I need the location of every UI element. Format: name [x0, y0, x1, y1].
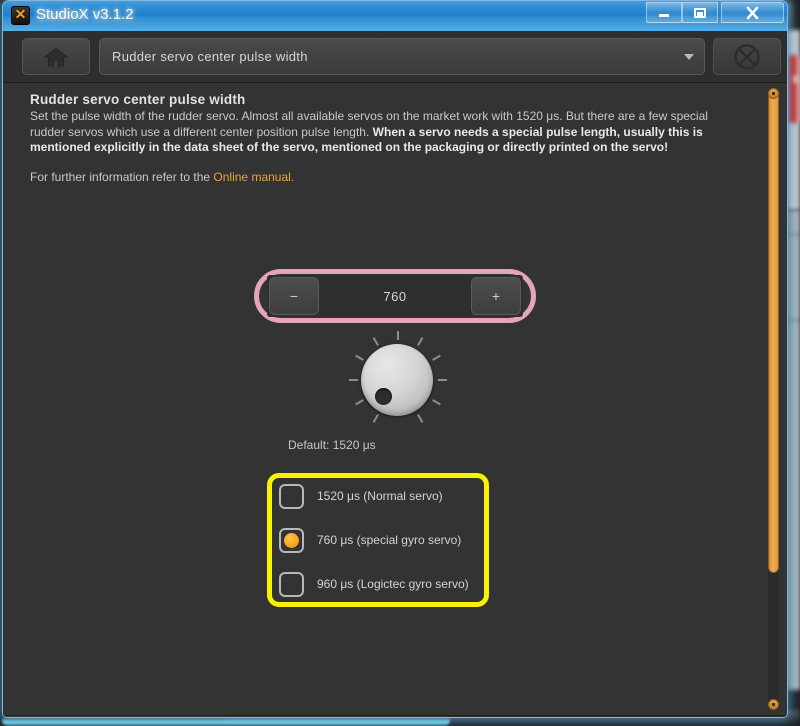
page-title: Rudder servo center pulse width — [30, 92, 246, 107]
description-part1: Set the pulse width of the rudder servo.… — [30, 109, 547, 123]
cancel-circle-icon — [734, 43, 760, 70]
window-title: StudioX v3.1.2 — [36, 6, 134, 23]
description-block: Rudder servo center pulse width Set the … — [30, 92, 742, 184]
breadcrumb-path-field[interactable]: Rudder servo center pulse width — [99, 38, 705, 75]
pulse-width-spinner[interactable]: − 760 + — [267, 275, 523, 317]
window-bottom-glow — [2, 717, 450, 726]
app-logo-x-glyph: ✕ — [14, 6, 27, 23]
application-window: ✕ StudioX v3.1.2 Rudder servo center pul… — [2, 0, 788, 718]
radio-option-1[interactable]: 760 μs (special gyro servo) — [279, 525, 479, 555]
radio-option-2[interactable]: 960 μs (Logictec gyro servo) — [279, 569, 479, 599]
knob-tick — [438, 379, 447, 381]
knob-tick — [355, 399, 364, 406]
radio-option-label: 1520 μs (Normal servo) — [317, 489, 443, 503]
home-button[interactable] — [22, 38, 90, 75]
further-info-text: For further information refer to the — [30, 169, 214, 184]
online-manual-link[interactable]: Online manual. — [213, 170, 294, 184]
knob-tick — [355, 354, 364, 361]
maximize-icon — [694, 7, 706, 18]
default-value-label: Default: 1520 μs — [288, 438, 376, 452]
radio-option-label: 960 μs (Logictec gyro servo) — [317, 577, 469, 591]
radio-button[interactable] — [279, 571, 304, 597]
breadcrumb-path-text: Rudder servo center pulse width — [112, 49, 308, 64]
spinner-increment-button[interactable]: + — [471, 277, 521, 315]
toolbar: Rudder servo center pulse width — [3, 31, 787, 83]
vertical-scrollbar[interactable] — [768, 88, 779, 710]
knob-tick — [417, 337, 424, 346]
background-right-letter: E — [792, 74, 800, 86]
radio-option-0[interactable]: 1520 μs (Normal servo) — [279, 481, 479, 511]
servo-type-radio-group: 1520 μs (Normal servo) 760 μs (special gy… — [279, 481, 479, 613]
scrollbar-thumb[interactable] — [768, 88, 779, 574]
spinner-decrement-button[interactable]: − — [269, 277, 319, 315]
cancel-button[interactable] — [713, 38, 781, 75]
knob-tick — [372, 414, 379, 423]
knob-position-indicator — [375, 388, 392, 405]
rotary-knob-control[interactable] — [348, 331, 447, 429]
content-panel: Rudder servo center pulse width Set the … — [3, 83, 787, 715]
radio-option-label: 760 μs (special gyro servo) — [317, 533, 462, 547]
home-icon — [44, 46, 68, 66]
chevron-down-icon[interactable] — [684, 54, 694, 60]
close-button[interactable] — [721, 2, 784, 23]
minimize-button[interactable] — [646, 2, 682, 23]
spinner-value[interactable]: 760 — [321, 289, 469, 304]
close-icon — [746, 6, 759, 19]
background-right-red-band — [788, 55, 800, 123]
knob-tick — [432, 354, 441, 361]
knob-tick — [397, 331, 399, 340]
background-right-lower-strip — [786, 210, 800, 690]
further-info-line: For further information refer to the Onl… — [30, 170, 742, 184]
rotary-knob[interactable] — [361, 344, 433, 416]
title-bar[interactable]: ✕ StudioX v3.1.2 — [3, 1, 787, 31]
maximize-button[interactable] — [682, 2, 718, 23]
app-logo-icon: ✕ — [11, 6, 30, 25]
scrollbar-top-cap[interactable] — [768, 88, 779, 99]
knob-tick — [417, 414, 424, 423]
radio-button[interactable] — [279, 483, 304, 509]
knob-tick — [372, 337, 379, 346]
description-body: Set the pulse width of the rudder servo.… — [30, 109, 742, 156]
radio-selected-dot — [284, 532, 299, 548]
radio-button[interactable] — [279, 527, 304, 553]
knob-tick — [349, 379, 358, 381]
knob-tick — [432, 399, 441, 406]
scrollbar-bottom-cap[interactable] — [768, 699, 779, 710]
minimize-icon — [659, 13, 669, 17]
